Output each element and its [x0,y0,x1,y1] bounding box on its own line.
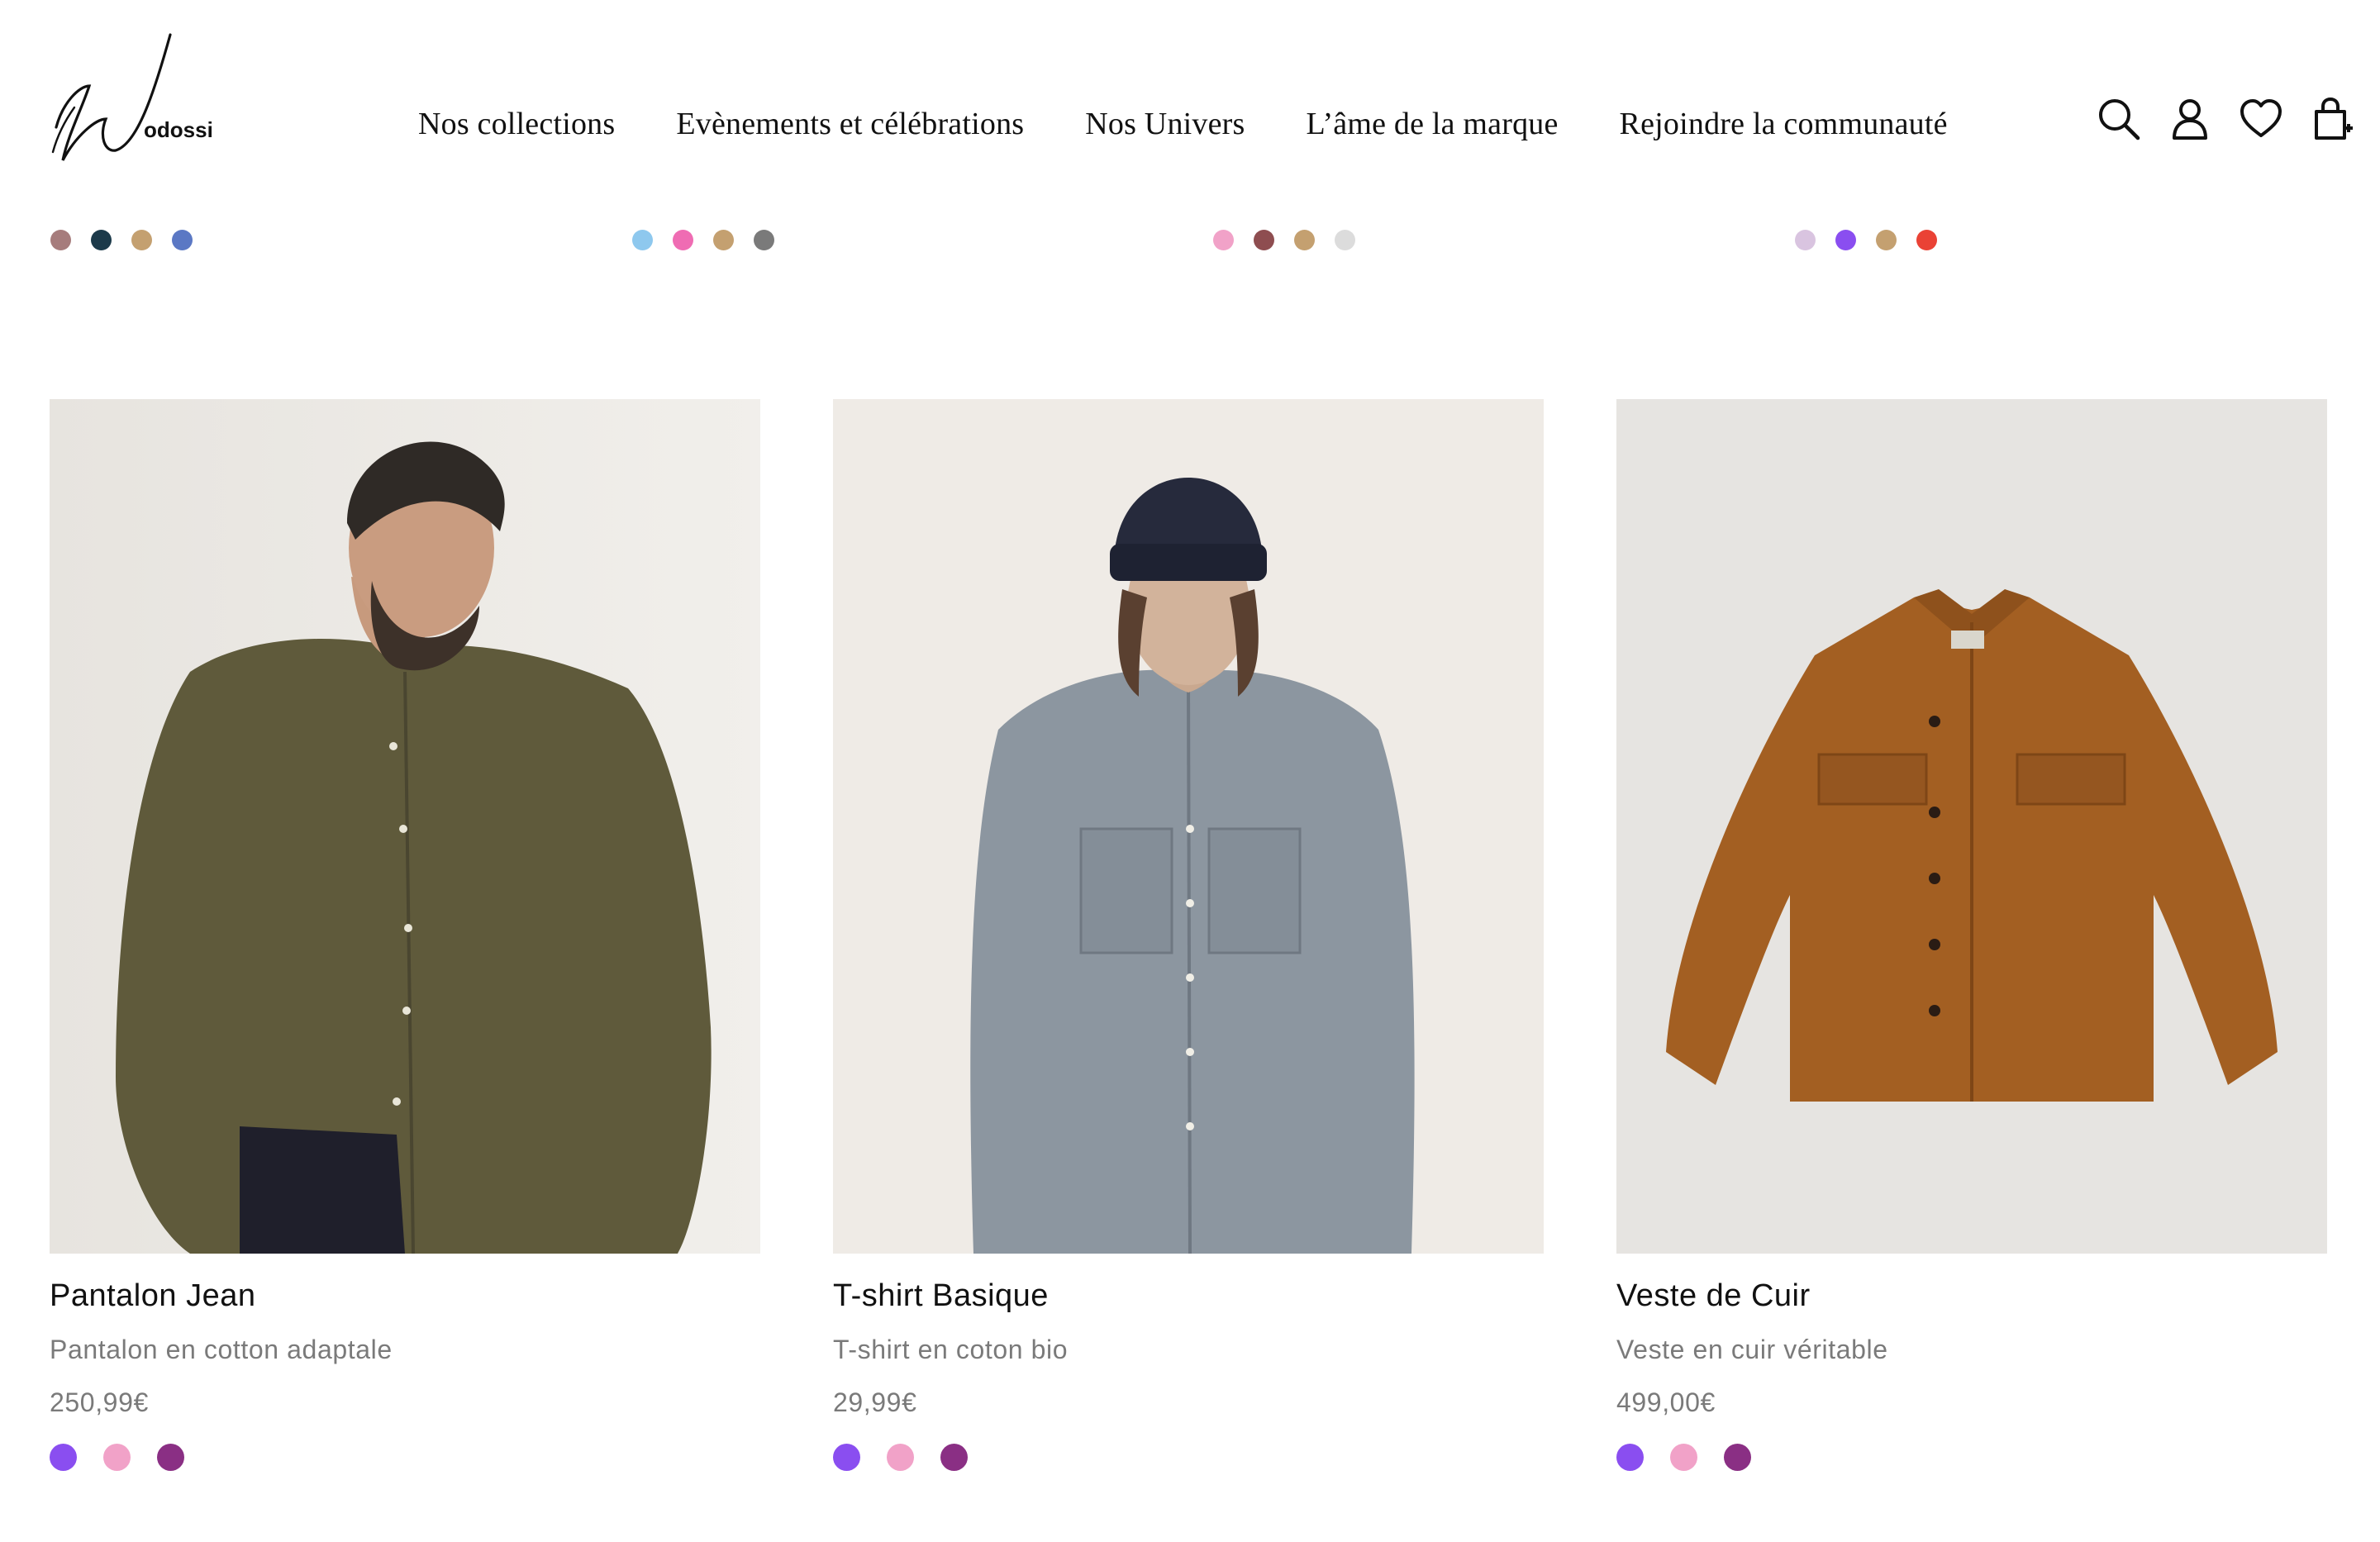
color-swatch[interactable] [713,230,734,250]
color-swatch[interactable] [673,230,693,250]
previous-row-swatches [0,230,2380,251]
main-navigation: Nos collections Evènements et célébratio… [418,106,1948,142]
product-price: 499,00€ [1616,1387,1716,1417]
color-swatch[interactable] [50,230,71,250]
product-description: Veste en cuir véritable [1616,1335,1888,1364]
color-swatch[interactable] [887,1444,914,1471]
color-swatch[interactable] [1294,230,1315,250]
color-swatch[interactable] [754,230,774,250]
color-swatches [833,1444,1544,1471]
swatch-group [632,230,774,250]
product-image[interactable] [1616,399,2327,1254]
color-swatch[interactable] [940,1444,968,1471]
color-swatch[interactable] [833,1444,860,1471]
product-description: Pantalon en cotton adaptale [50,1335,393,1364]
brand-logo[interactable]: odossi [46,28,213,169]
nav-item-events[interactable]: Evènements et célébrations [676,106,1024,142]
account-icon[interactable] [2167,96,2213,142]
swatch-group [50,230,193,250]
color-swatches [50,1444,760,1471]
color-swatch[interactable] [1335,230,1355,250]
product-card[interactable]: T-shirt Basique T-shirt en coton bio 29,… [833,399,1544,1471]
color-swatch[interactable] [1254,230,1274,250]
color-swatch[interactable] [1876,230,1897,250]
color-swatch[interactable] [1916,230,1937,250]
product-grid: Pantalon Jean Pantalon en cotton adaptal… [50,399,2327,1471]
color-swatch[interactable] [172,230,193,250]
product-image[interactable] [50,399,760,1254]
nav-item-brand-soul[interactable]: L’âme de la marque [1307,106,1559,142]
color-swatch[interactable] [157,1444,184,1471]
search-icon[interactable] [2096,96,2142,142]
color-swatch[interactable] [1616,1444,1644,1471]
cart-icon[interactable] [2309,96,2355,142]
nav-item-community[interactable]: Rejoindre la communauté [1620,106,1948,142]
site-header: odossi Nos collections Evènements et cél… [0,0,2380,190]
color-swatch[interactable] [1670,1444,1697,1471]
color-swatch[interactable] [1724,1444,1751,1471]
nav-item-collections[interactable]: Nos collections [418,106,615,142]
product-name[interactable]: Pantalon Jean [50,1278,760,1318]
logo-wordmark: odossi [144,117,212,142]
product-price: 250,99€ [50,1387,149,1417]
color-swatch[interactable] [91,230,112,250]
product-image[interactable] [833,399,1544,1254]
header-actions [2096,96,2355,142]
color-swatch[interactable] [1795,230,1816,250]
color-swatch[interactable] [1213,230,1234,250]
color-swatch[interactable] [103,1444,131,1471]
swatch-group [1213,230,1355,250]
nav-item-universes[interactable]: Nos Univers [1085,106,1245,142]
color-swatch[interactable] [632,230,653,250]
product-description: T-shirt en coton bio [833,1335,1069,1364]
color-swatches [1616,1444,2327,1471]
color-swatch[interactable] [131,230,152,250]
swatch-group [1795,230,1937,250]
color-swatch[interactable] [1835,230,1856,250]
product-price: 29,99€ [833,1387,917,1417]
product-name[interactable]: T-shirt Basique [833,1278,1544,1318]
product-name[interactable]: Veste de Cuir [1616,1278,2327,1318]
color-swatch[interactable] [50,1444,77,1471]
product-card[interactable]: Veste de Cuir Veste en cuir véritable 49… [1616,399,2327,1471]
product-card[interactable]: Pantalon Jean Pantalon en cotton adaptal… [50,399,760,1471]
heart-icon[interactable] [2238,96,2284,142]
